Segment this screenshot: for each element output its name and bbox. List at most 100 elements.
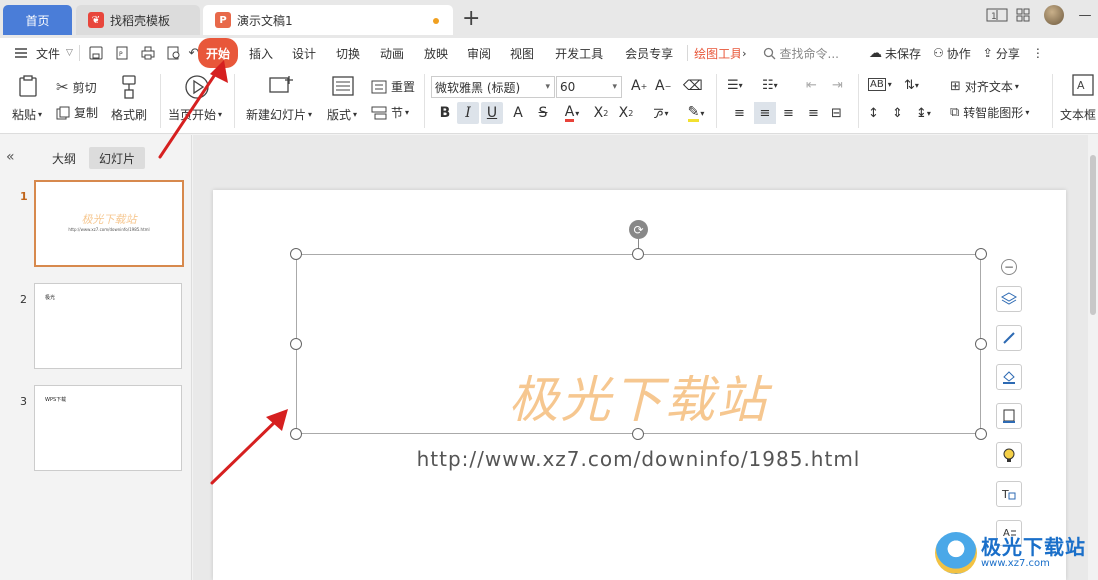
align-text-button[interactable]: ⊞ 对齐文本 ▾ — [950, 78, 1019, 95]
decrease-indent-icon[interactable]: ⇤ — [806, 78, 817, 93]
user-avatar[interactable] — [1044, 5, 1064, 25]
align-center-icon[interactable]: ≡ — [754, 102, 776, 124]
rotate-handle-icon[interactable]: ⟳ — [629, 220, 648, 239]
distribute-icon[interactable]: ⊟ — [831, 106, 842, 121]
new-tab-button[interactable]: + — [462, 7, 480, 31]
reading-mode-icon[interactable]: 1 — [984, 4, 1010, 26]
phonetic-icon[interactable]: ꯍ ▾ — [646, 102, 676, 124]
minimize-icon[interactable]: — — [1072, 4, 1098, 26]
smart-shape-button[interactable]: ⧉ 转智能图形 ▾ — [950, 104, 1029, 121]
justify-icon[interactable]: ≡ — [808, 106, 819, 121]
layout-button[interactable]: 版式 ▾ — [327, 106, 357, 123]
tab-slides[interactable]: 幻灯片 — [89, 147, 146, 169]
font-color-icon[interactable]: A ▾ — [558, 102, 586, 124]
resize-handle[interactable] — [632, 248, 644, 260]
sort-icon[interactable]: ⇅ ▾ — [904, 78, 919, 93]
print-preview-icon[interactable] — [164, 43, 184, 63]
slide-thumbnail-1[interactable]: 极光下载站 http://www.xz7.com/downinfo/1985.h… — [34, 180, 184, 267]
slide-url-text[interactable]: http://www.xz7.com/downinfo/1985.html — [296, 447, 981, 471]
menu-transitions[interactable]: 切换 — [336, 38, 360, 68]
save-icon[interactable] — [86, 43, 106, 63]
paste-icon[interactable] — [16, 74, 40, 98]
slide-thumbnail-2[interactable]: 极光 — [34, 283, 182, 369]
subscript-icon[interactable]: X2 — [615, 102, 637, 124]
undo-icon[interactable]: ↶ — [188, 43, 199, 63]
grow-font-icon[interactable]: A + — [631, 78, 647, 94]
text-transform-icon[interactable]: T — [996, 481, 1022, 507]
superscript-icon[interactable]: X2 — [590, 102, 612, 124]
underline-icon[interactable]: U — [481, 102, 503, 124]
clear-format-icon[interactable]: ⌫ — [683, 78, 703, 94]
tab-templates[interactable]: ❦ 找稻壳模板 — [76, 5, 200, 35]
tab-outline[interactable]: 大纲 — [42, 147, 86, 169]
section-button[interactable]: 节 ▾ — [371, 104, 409, 121]
new-slide-button[interactable]: 新建幻灯片 ▾ — [246, 106, 312, 123]
highlight-icon[interactable]: ✎ ▾ — [682, 102, 710, 124]
more-icon[interactable]: ⋮ — [1032, 38, 1044, 68]
chevron-right-icon[interactable]: › — [742, 38, 746, 68]
layout-icon[interactable] — [332, 76, 354, 96]
pen-icon[interactable] — [996, 325, 1022, 351]
menu-member[interactable]: 会员专享 — [625, 38, 673, 68]
italic-icon[interactable]: I — [457, 102, 479, 124]
collab-button[interactable]: ⚇ 协作 — [933, 38, 971, 68]
shrink-font-icon[interactable]: A − — [655, 78, 671, 94]
reset-button[interactable]: 重置 — [371, 78, 415, 95]
menu-file[interactable]: 文件 ▽ — [36, 38, 73, 68]
copy-button[interactable]: 复制 — [56, 104, 98, 121]
unsaved-status[interactable]: ☁ 未保存 — [869, 38, 921, 68]
search-command[interactable]: 查找命令... — [763, 38, 839, 68]
vertical-scrollbar[interactable] — [1088, 135, 1098, 580]
strikethrough-icon[interactable]: S — [532, 102, 554, 124]
resize-handle[interactable] — [975, 248, 987, 260]
menu-developer[interactable]: 开发工具 — [555, 38, 603, 68]
textbox-icon[interactable]: A — [1072, 74, 1094, 96]
align-right-icon[interactable]: ≡ — [783, 106, 794, 121]
scrollbar-thumb[interactable] — [1090, 155, 1096, 315]
print-icon[interactable] — [138, 43, 158, 63]
format-painter-icon[interactable] — [118, 74, 140, 100]
menu-insert[interactable]: 插入 — [249, 38, 273, 68]
font-size-select[interactable]: 60 ▾ — [556, 76, 622, 98]
increase-indent-icon[interactable]: ⇥ — [832, 78, 843, 93]
from-current-button[interactable]: 当页开始 ▾ — [168, 106, 222, 123]
collapse-panel-icon[interactable]: « — [6, 149, 15, 165]
numbered-list-icon[interactable]: ☷ ▾ — [762, 78, 778, 93]
font-name-select[interactable]: 微软雅黑 (标题) ▾ — [431, 76, 555, 98]
idea-bulb-icon[interactable] — [996, 442, 1022, 468]
export-pdf-icon[interactable]: P — [112, 43, 132, 63]
text-effect-icon[interactable]: A — [507, 102, 529, 124]
textbox-button[interactable]: 文本框 — [1060, 106, 1096, 123]
layers-icon[interactable] — [996, 286, 1022, 312]
grid-apps-icon[interactable] — [1010, 4, 1036, 26]
share-button[interactable]: ⇪ 分享 — [983, 38, 1020, 68]
play-icon[interactable] — [184, 74, 210, 100]
outline-icon[interactable] — [996, 403, 1022, 429]
menu-animations[interactable]: 动画 — [380, 38, 404, 68]
menu-view[interactable]: 视图 — [510, 38, 534, 68]
align-left-icon[interactable]: ≡ — [734, 106, 745, 121]
cut-button[interactable]: ✂ 剪切 — [56, 78, 97, 96]
format-painter-button[interactable]: 格式刷 — [111, 106, 147, 123]
paragraph-spacing-icon[interactable]: ⇕ — [892, 106, 903, 121]
tab-document[interactable]: P 演示文稿1 — [203, 5, 453, 35]
hamburger-icon[interactable] — [14, 38, 28, 68]
bold-icon[interactable]: B — [434, 102, 456, 124]
spacing-menu-icon[interactable]: ↨ ▾ — [916, 106, 931, 121]
slide-thumbnail-3[interactable]: WPS下载 — [34, 385, 182, 471]
resize-handle[interactable] — [290, 248, 302, 260]
menu-design[interactable]: 设计 — [292, 38, 316, 68]
slide-title-text[interactable]: 极光下载站 — [296, 364, 981, 436]
line-spacing-icon[interactable]: ↕ — [868, 106, 879, 121]
collapse-toolbar-icon[interactable]: − — [1001, 259, 1017, 275]
resize-handle[interactable] — [975, 338, 987, 350]
new-slide-icon[interactable] — [268, 74, 294, 98]
bullet-list-icon[interactable]: ☰ ▾ — [727, 78, 743, 93]
menu-slideshow[interactable]: 放映 — [424, 38, 448, 68]
fill-icon[interactable] — [996, 364, 1022, 390]
paste-button[interactable]: 粘贴 ▾ — [12, 106, 42, 123]
resize-handle[interactable] — [290, 338, 302, 350]
menu-review[interactable]: 审阅 — [467, 38, 491, 68]
text-direction-icon[interactable]: AB ▾ — [868, 78, 892, 91]
menu-home[interactable]: 开始 — [197, 38, 238, 68]
